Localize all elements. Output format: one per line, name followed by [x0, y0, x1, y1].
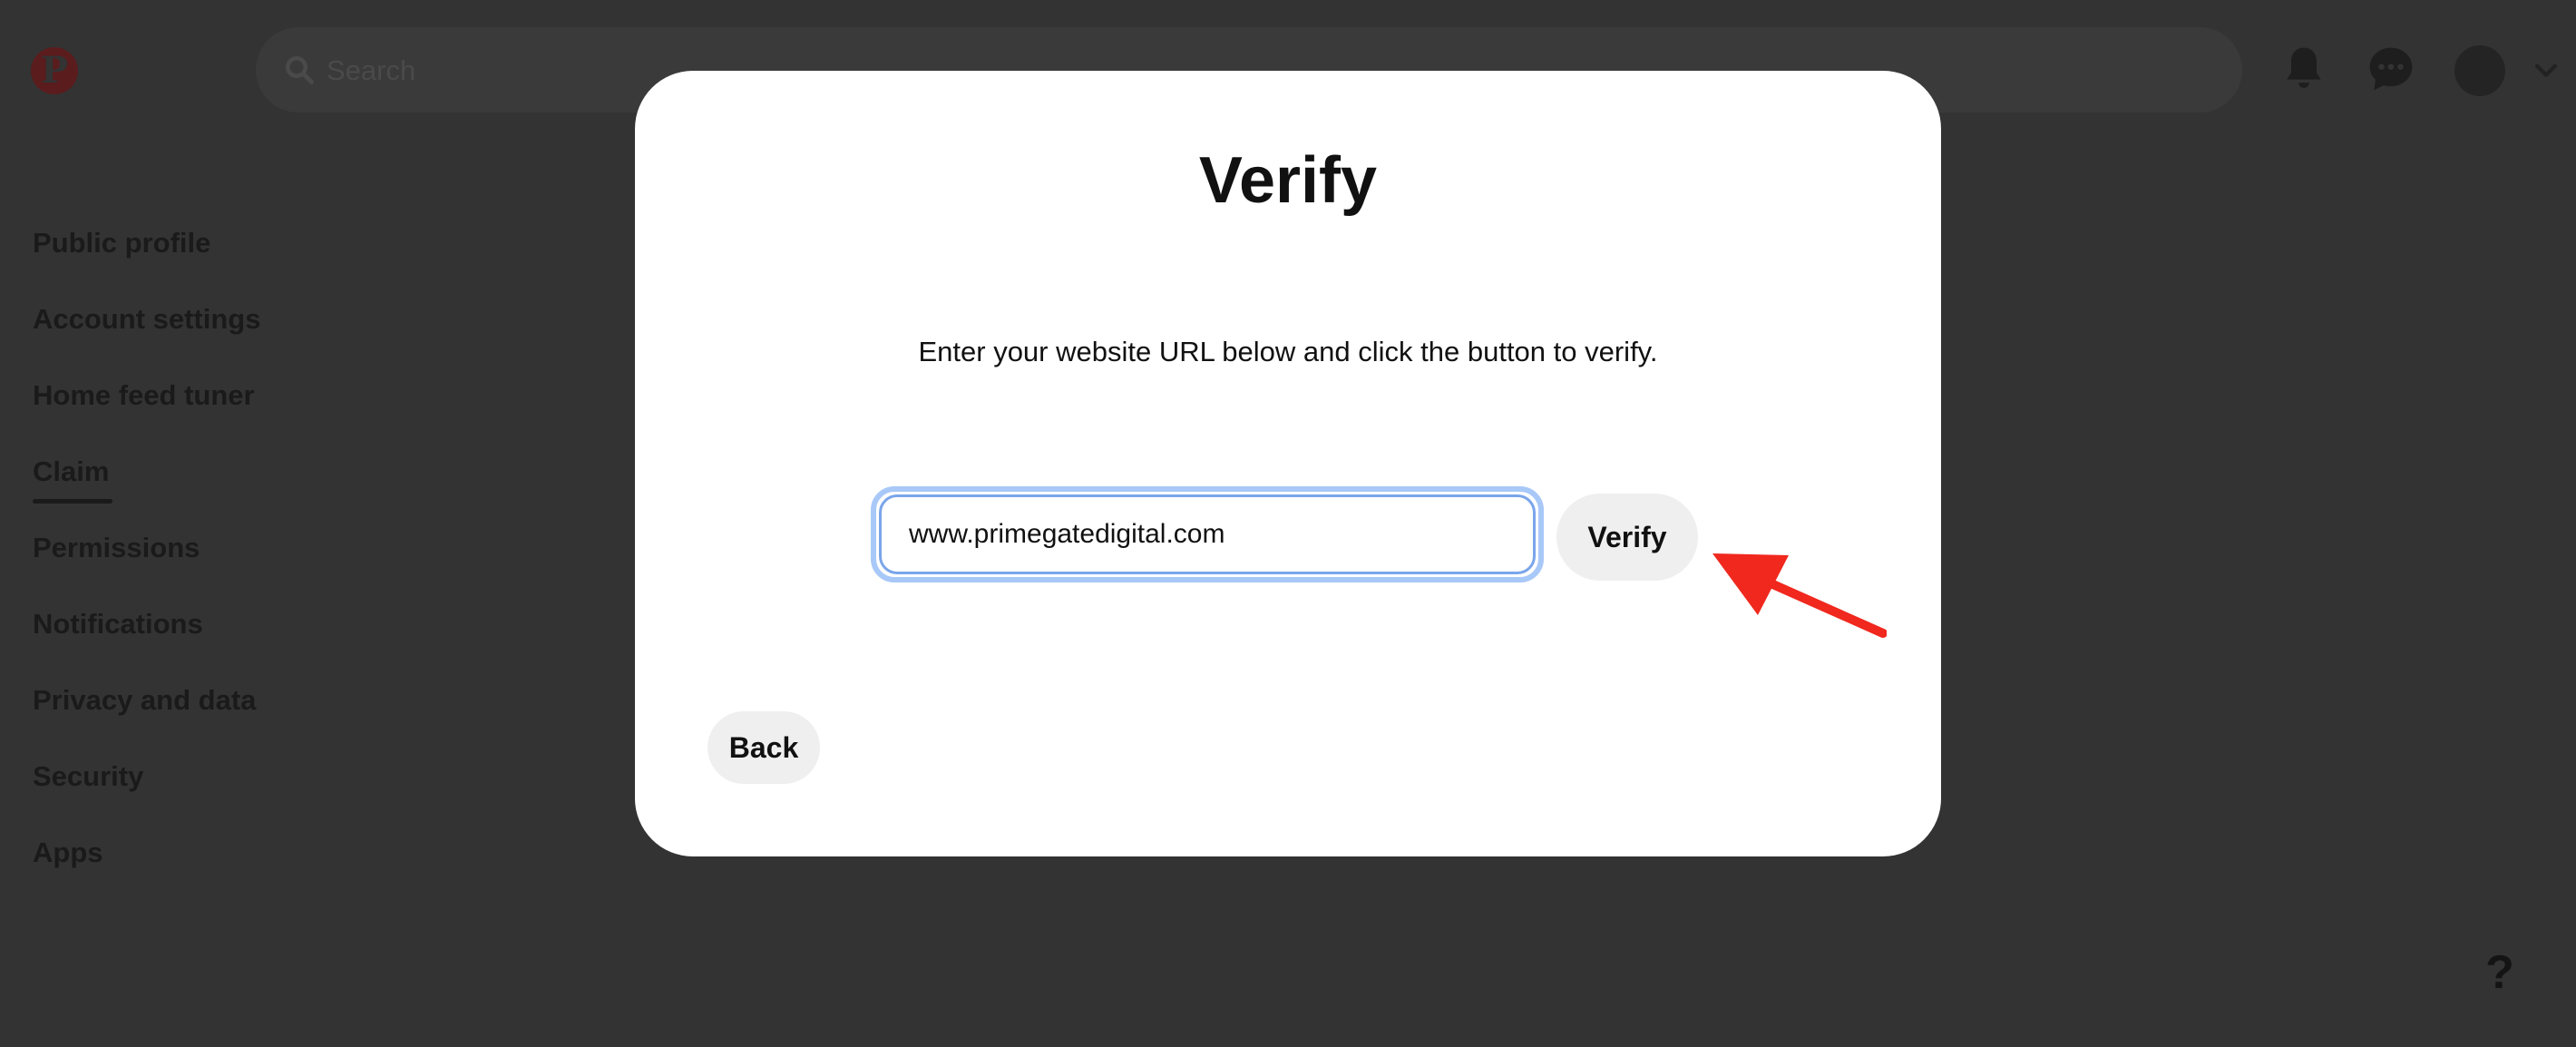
active-indicator — [33, 499, 112, 504]
search-icon — [286, 56, 314, 84]
sidebar-item-security[interactable]: Security — [33, 760, 143, 793]
modal-description: Enter your website URL below and click t… — [918, 336, 1658, 367]
sidebar-item-notifications[interactable]: Notifications — [33, 608, 203, 641]
sidebar-item-label: Claim — [33, 455, 110, 487]
help-button[interactable]: ? — [2449, 922, 2551, 1023]
search-placeholder: Search — [327, 54, 416, 86]
pinterest-logo[interactable]: P — [31, 47, 78, 94]
sidebar-item-home-feed-tuner[interactable]: Home feed tuner — [33, 379, 255, 412]
website-url-input[interactable] — [879, 494, 1536, 574]
modal-title: Verify — [1198, 144, 1378, 217]
sidebar-item-claim[interactable]: Claim — [33, 455, 112, 504]
chevron-down-icon[interactable] — [2531, 54, 2561, 85]
url-input-focus-ring — [871, 486, 1544, 582]
sidebar-item-account-settings[interactable]: Account settings — [33, 303, 260, 336]
avatar[interactable] — [2454, 45, 2505, 96]
verify-modal: Verify Enter your website URL below and … — [635, 71, 1941, 856]
sidebar-item-apps[interactable]: Apps — [33, 837, 103, 869]
annotation-arrow-icon — [1712, 553, 1887, 638]
sidebar-item-public-profile[interactable]: Public profile — [33, 227, 210, 259]
messages-icon[interactable] — [2366, 44, 2416, 94]
sidebar-item-privacy-and-data[interactable]: Privacy and data — [33, 684, 256, 717]
sidebar-item-permissions[interactable]: Permissions — [33, 532, 200, 564]
back-button[interactable]: Back — [707, 711, 820, 784]
verify-button[interactable]: Verify — [1556, 494, 1698, 581]
notifications-bell-icon[interactable] — [2278, 44, 2329, 94]
home-tab[interactable]: Home — [125, 53, 206, 86]
